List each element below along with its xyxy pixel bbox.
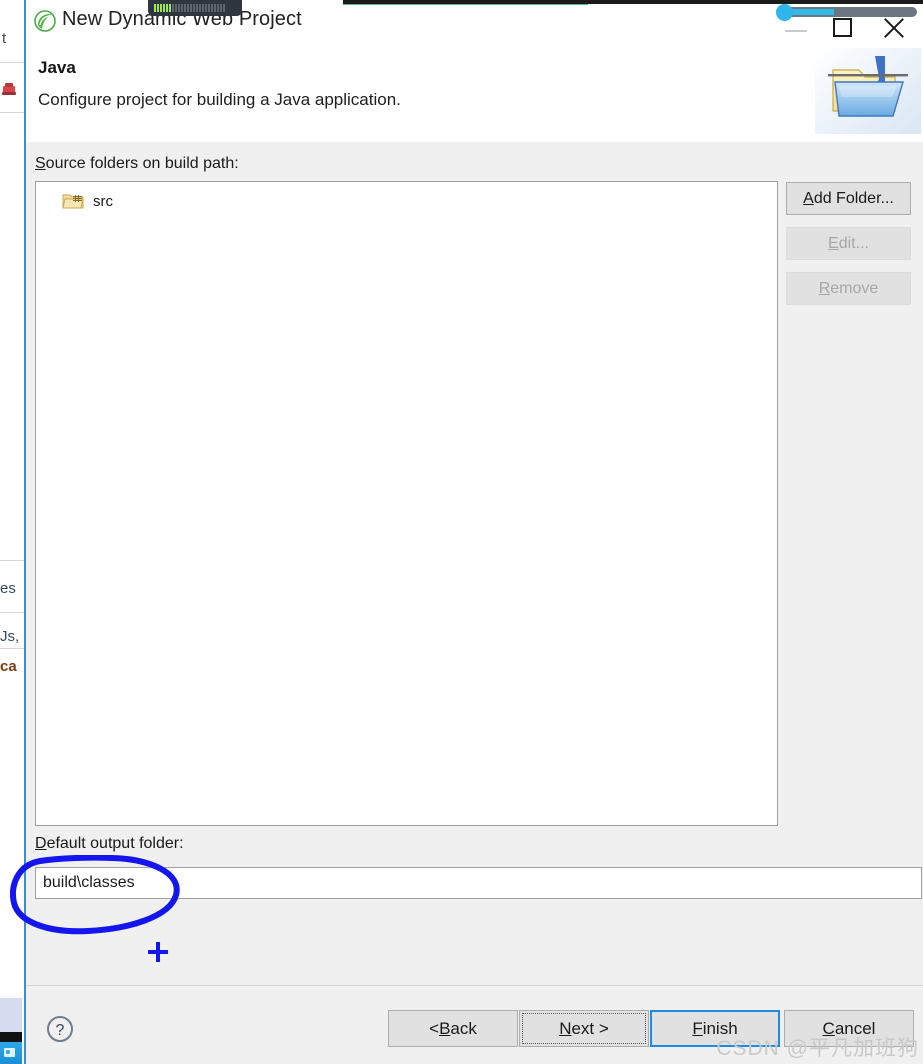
- default-output-folder-value: build\classes: [43, 874, 135, 891]
- svg-text:?: ?: [56, 1022, 65, 1039]
- edit-button: Edit...: [786, 227, 911, 260]
- back-button[interactable]: < Back: [388, 1010, 518, 1047]
- source-folders-list[interactable]: src: [35, 181, 778, 826]
- next-label: ext >: [571, 1018, 609, 1038]
- source-folder-icon: [62, 194, 84, 209]
- background-text-fragment: t: [2, 30, 7, 47]
- next-button[interactable]: Next >: [519, 1010, 649, 1047]
- source-folders-label: Source folders on build path:: [35, 155, 239, 173]
- background-text-fragment: Js,: [0, 628, 20, 645]
- new-dynamic-web-project-dialog: New Dynamic Web Project Java Configure p…: [24, 0, 923, 1064]
- source-folders-label-mnemonic: S: [35, 155, 46, 172]
- audio-level-meter-overlay: [148, 0, 242, 16]
- slider-knob[interactable]: [776, 4, 793, 21]
- add-folder-mnemonic: A: [803, 189, 814, 207]
- background-bar: [0, 1032, 22, 1042]
- help-icon[interactable]: ?: [45, 1014, 75, 1044]
- background-text-fragment: es: [0, 580, 16, 597]
- background-divider: [0, 62, 24, 63]
- edit-mnemonic: E: [828, 234, 839, 252]
- add-folder-button[interactable]: Add Folder...: [786, 182, 911, 215]
- page-title: Java: [38, 58, 76, 77]
- remove-label: emove: [830, 279, 879, 297]
- maximize-icon: [833, 18, 852, 37]
- back-mnemonic: B: [439, 1018, 451, 1038]
- default-output-folder-label: Default output folder:: [35, 835, 184, 853]
- background-text-fragment: ca: [0, 658, 17, 675]
- dialog-header: Java Configure project for building a Ja…: [26, 40, 923, 183]
- next-mnemonic: N: [559, 1018, 572, 1038]
- background-editor-strip: t es Js, ca: [0, 0, 24, 1064]
- remove-mnemonic: R: [818, 279, 831, 297]
- background-panel: [0, 998, 22, 1032]
- screenshot-root: t es Js, ca New Dynamic Web Project Java…: [0, 0, 923, 1064]
- list-item-label: src: [93, 192, 113, 210]
- finish-mnemonic: F: [692, 1018, 703, 1038]
- eclipse-leaf-icon: [34, 10, 56, 32]
- java-folder-banner-icon: [815, 48, 921, 134]
- default-output-folder-input[interactable]: build\classes: [35, 867, 922, 899]
- back-label: ack: [450, 1018, 477, 1038]
- list-item[interactable]: src: [62, 192, 113, 210]
- output-label-rest: efault output folder:: [46, 835, 184, 852]
- footer-separator: [26, 985, 923, 986]
- remove-button: Remove: [786, 272, 911, 305]
- volume-slider-overlay[interactable]: [776, 4, 917, 21]
- edit-label: dit...: [838, 234, 869, 252]
- slider-fill: [786, 9, 834, 15]
- add-folder-label: dd Folder...: [813, 189, 894, 207]
- output-label-mnemonic: D: [35, 835, 47, 852]
- back-prefix: <: [429, 1018, 440, 1038]
- csdn-watermark: CSDN @平凡加班狗: [716, 1037, 919, 1060]
- background-taskbar-icon: [0, 1042, 22, 1064]
- background-red-icon: [2, 83, 16, 95]
- page-description: Configure project for building a Java ap…: [38, 90, 401, 109]
- source-folders-label-rest: ource folders on build path:: [45, 155, 239, 172]
- minimize-icon: [785, 30, 807, 32]
- dialog-body: Source folders on build path: src A dd F…: [26, 143, 923, 1064]
